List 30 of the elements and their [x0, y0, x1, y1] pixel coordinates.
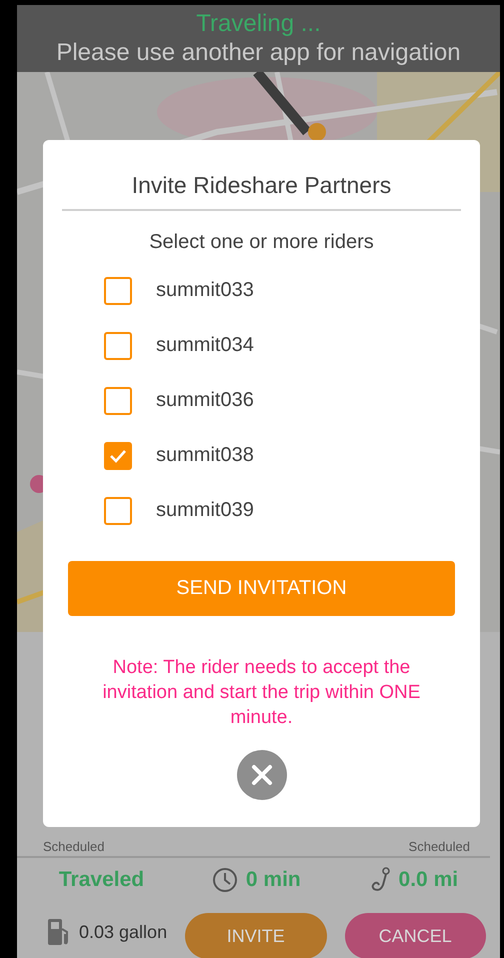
pickup-label: Scheduled [43, 839, 104, 854]
rider-checkbox[interactable] [104, 442, 132, 470]
send-invitation-button[interactable]: SEND INVITATION [68, 561, 455, 616]
trip-status-label: Traveled [58, 868, 144, 892]
route-icon [368, 867, 391, 893]
rider-checkbox[interactable] [104, 276, 132, 304]
rider-name: summit036 [156, 389, 254, 412]
distance-value: 0.0 mi [398, 868, 458, 892]
checkmark-icon [109, 448, 127, 462]
rider-name: summit034 [156, 334, 254, 357]
dialog-title: Invite Rideshare Partners [132, 172, 392, 199]
rider-checkbox[interactable] [104, 386, 132, 414]
fuel-amount: 0.03 gallon [79, 922, 168, 942]
cancel-button[interactable]: CANCEL [344, 913, 486, 958]
fuel-pump-icon [47, 917, 71, 947]
rider-checkbox[interactable] [104, 496, 132, 524]
duration-value: 0 min [246, 868, 301, 892]
rider-checkbox[interactable] [104, 332, 132, 360]
dialog-prompt: Select one or more riders [149, 231, 374, 254]
rider-name: summit033 [156, 279, 254, 302]
close-icon [250, 763, 274, 787]
trip-status: Traveling ... [196, 10, 321, 36]
navigation-message: Please use another app for navigation [56, 38, 461, 66]
invite-button[interactable]: INVITE [185, 913, 327, 958]
rider-name: summit038 [156, 444, 254, 467]
close-button[interactable] [236, 750, 286, 800]
dropoff-label: Scheduled [408, 839, 470, 854]
rider-name: summit039 [156, 499, 254, 522]
invitation-note: Note: The rider needs to accept the invitation and start the trip within ONE minute. [102, 656, 422, 730]
clock-icon [212, 867, 238, 893]
